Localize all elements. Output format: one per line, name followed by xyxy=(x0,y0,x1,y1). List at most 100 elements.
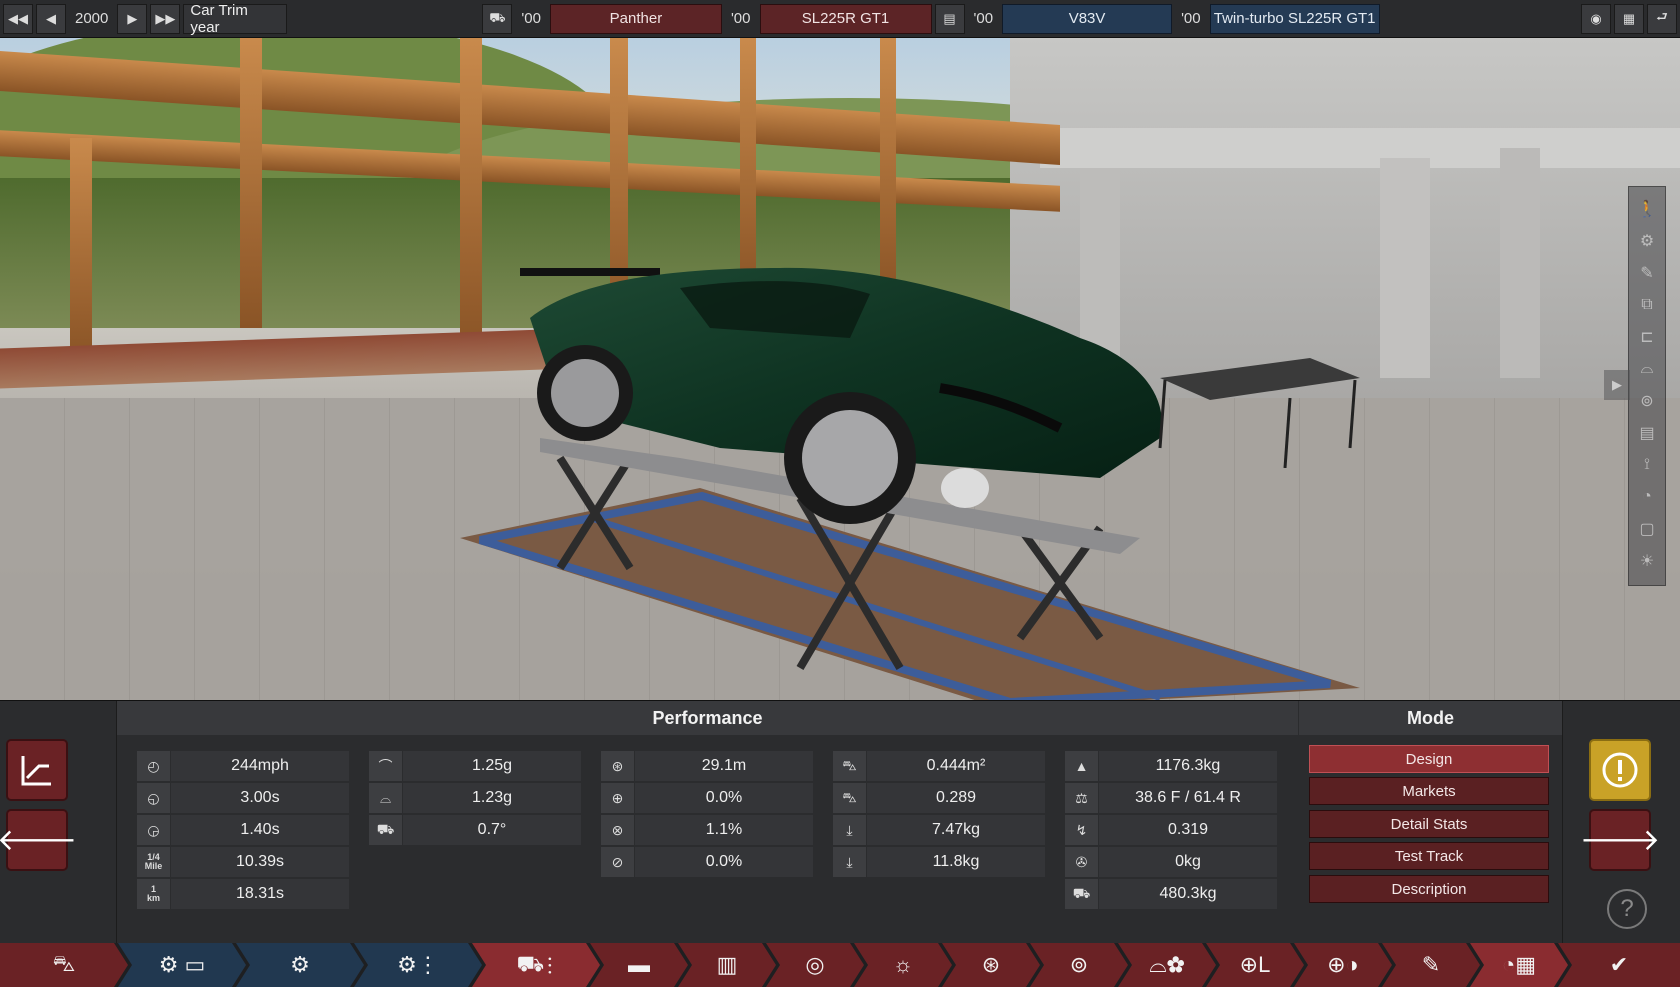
tab-model[interactable]: ⛍ xyxy=(0,943,128,987)
paint-view-button[interactable]: ✎ xyxy=(1633,259,1661,287)
year-back-button[interactable]: ◀ xyxy=(36,3,66,34)
frame-view-button[interactable]: ▢ xyxy=(1633,515,1661,543)
engine-icon: ▤ xyxy=(943,10,956,26)
engine-icon-button[interactable]: ▤ xyxy=(934,3,965,34)
mode-markets-button[interactable]: Markets xyxy=(1309,777,1549,805)
quarter-mile-icon: 1/4 Mile xyxy=(137,847,171,877)
mode-title: Mode xyxy=(1299,701,1562,735)
model-name-field[interactable]: Panther xyxy=(549,3,722,34)
tab-safety[interactable]: ✎ xyxy=(1382,943,1480,987)
towing-value: 480.3kg xyxy=(1099,879,1277,909)
arrow-left-icon: 🡐 xyxy=(0,824,78,857)
lift-icon: ↯ xyxy=(1065,815,1099,845)
mode-detail-stats-button[interactable]: Detail Stats xyxy=(1309,810,1549,838)
chassis-view-button[interactable]: ⧉ xyxy=(1633,291,1661,319)
stat-row: 1 km 18.31s xyxy=(137,879,349,909)
stat-row: ✇ 0kg xyxy=(1065,847,1277,877)
return-icon: ⮐ xyxy=(1656,8,1668,24)
stat-column-cornering: ⌒ 1.25g ⌓ 1.23g ⛟ 0.7° xyxy=(369,751,581,847)
back-out-button[interactable]: ⮐ xyxy=(1647,3,1677,34)
tab-chassis[interactable]: ▥ xyxy=(678,943,776,987)
mode-test-track-button[interactable]: Test Track xyxy=(1309,842,1549,870)
drag-coefficient-value: 0.289 xyxy=(867,783,1045,813)
tab-body[interactable]: ▬ xyxy=(590,943,688,987)
car-body-icon: ▬ xyxy=(628,952,650,977)
trim-name-field[interactable]: SL225R GT1 xyxy=(759,3,932,34)
frame-icon: ▢ xyxy=(1639,521,1655,538)
wheel-view-button[interactable]: ⚙ xyxy=(1633,227,1661,255)
engine-name-field[interactable]: V83V xyxy=(1002,3,1173,34)
xray-view-button[interactable]: ⊚ xyxy=(1633,387,1661,415)
tab-wheels[interactable]: ⊛ xyxy=(942,943,1040,987)
tab-engine-block[interactable]: ⚙ xyxy=(236,943,364,987)
tab-aero[interactable]: ⌓✿ xyxy=(1118,943,1216,987)
downforce-rear-value: 11.8kg xyxy=(867,847,1045,877)
year-forward-button[interactable]: ▶ xyxy=(117,3,148,34)
lighting-button[interactable]: ☀ xyxy=(1633,547,1661,575)
performance-title: Performance xyxy=(117,701,1298,735)
tab-interior[interactable]: ☼ xyxy=(854,943,952,987)
stat-row: ⊘ 0.0% xyxy=(601,847,813,877)
balcony xyxy=(1040,128,1680,168)
axis-button[interactable] xyxy=(6,739,68,801)
walk-view-button[interactable]: 🚶 xyxy=(1633,195,1661,223)
engine-year: '00 xyxy=(973,10,994,27)
help-button[interactable]: ? xyxy=(1607,889,1647,929)
car-model-icon-button[interactable]: ⛟ xyxy=(482,3,513,34)
calculator-button[interactable]: ▦ xyxy=(1614,3,1644,34)
tab-engine-family[interactable]: ⚙ ▭ xyxy=(118,943,246,987)
tab-brakes[interactable]: ⊚ xyxy=(1030,943,1128,987)
previous-step-button[interactable]: 🡐 xyxy=(0,809,77,871)
stat-column-aero: ⛍ 0.444m² ⛍ 0.289 ⤓ 7.47kg ⤓ 11.8kg xyxy=(833,751,1045,879)
stat-column-weight: ▲ 1176.3kg ⚖ 38.6 F / 61.4 R ↯ 0.319 ✇ 0kg ⛟… xyxy=(1065,751,1277,911)
mode-description-button[interactable]: Description xyxy=(1309,875,1549,903)
tab-fixtures[interactable]: ◎ xyxy=(766,943,864,987)
gauge-view-button[interactable]: ◔ xyxy=(1633,483,1661,511)
interior-view-button[interactable]: ⊏ xyxy=(1633,323,1661,351)
engine-view-button[interactable]: ▤ xyxy=(1633,419,1661,447)
stat-row: ▲ 1176.3kg xyxy=(1065,751,1277,781)
year-rewind-button[interactable]: ◀◀ xyxy=(3,3,33,34)
tab-finish[interactable]: ✔ xyxy=(1558,943,1680,987)
tools-icon: ✇ xyxy=(1065,847,1099,877)
car-front-icon: ⛍ xyxy=(52,950,76,976)
body-roll-icon: ⛟ xyxy=(369,815,403,845)
mode-menu: Design Markets Detail Stats Test Track D… xyxy=(1299,735,1562,944)
year-fast-forward-button[interactable]: ▶▶ xyxy=(150,3,181,34)
car-trim-icon: ⛟⋮ xyxy=(516,950,556,976)
wheel-icon: ⚙ xyxy=(1639,233,1655,250)
warning-button[interactable] xyxy=(1589,739,1651,801)
arrow-right-icon: 🡒 xyxy=(1579,824,1661,857)
exclamation-icon xyxy=(1602,752,1638,788)
stat-row: ⛟ 0.7° xyxy=(369,815,581,845)
toolbar-expand-button[interactable]: ▶ xyxy=(1604,370,1630,400)
tab-tyres[interactable]: ⊕◑ xyxy=(1294,943,1392,987)
corner-grip-alt-icon: ⌓ xyxy=(369,783,403,813)
tab-trim-settings[interactable]: ⛟⋮ xyxy=(472,943,600,987)
camera-icon: ◉ xyxy=(1590,10,1602,26)
screenshot-button[interactable]: ◉ xyxy=(1581,3,1611,34)
body-view-button[interactable]: ⌓ xyxy=(1633,355,1661,383)
bottom-panel: 🡐 Performance ◴ 244mph ◵ 3.00s ◶ 1.40s 1/4 M… xyxy=(0,700,1680,944)
wheel-pie-icon: ⊕◑ xyxy=(1327,952,1359,977)
stat-row: ⤓ 7.47kg xyxy=(833,815,1045,845)
tab-testing[interactable]: ◔▦ xyxy=(1470,943,1568,987)
performance-stats: ◴ 244mph ◵ 3.00s ◶ 1.40s 1/4 Mile 10.39s 1 km 1… xyxy=(117,735,1298,944)
next-step-button[interactable]: 🡒 xyxy=(1580,809,1660,871)
car-viewport[interactable] xyxy=(0,38,1680,700)
rim-icon: ⊛ xyxy=(981,952,1001,977)
stat-row: ⌒ 1.25g xyxy=(369,751,581,781)
stat-row: ⤓ 11.8kg xyxy=(833,847,1045,877)
acceleration-icon: ◵ xyxy=(137,783,171,813)
display-table xyxy=(1158,358,1360,468)
drag-coefficient-icon: ⛍ xyxy=(833,783,867,813)
stat-row: ⊕ 0.0% xyxy=(601,783,813,813)
suspension-view-button[interactable]: ⟟ xyxy=(1633,451,1661,479)
variant-name-field[interactable]: Twin-turbo SL225R GT1 xyxy=(1209,3,1380,34)
chassis-icon: ⧉ xyxy=(1641,296,1653,313)
engine-tune-icon: ⚙⋮ xyxy=(397,952,439,977)
tab-suspension[interactable]: ⊕L xyxy=(1206,943,1304,987)
mode-design-button[interactable]: Design xyxy=(1309,745,1549,773)
design-tab-bar: ⛍ ⚙ ▭ ⚙ ⚙⋮ ⛟⋮ ▬ ▥ ◎ ☼ ⊛ ⊚ ⌓✿ ⊕L ⊕◑ ✎ ◔▦ … xyxy=(0,943,1680,987)
tab-engine-tune[interactable]: ⚙⋮ xyxy=(354,943,482,987)
